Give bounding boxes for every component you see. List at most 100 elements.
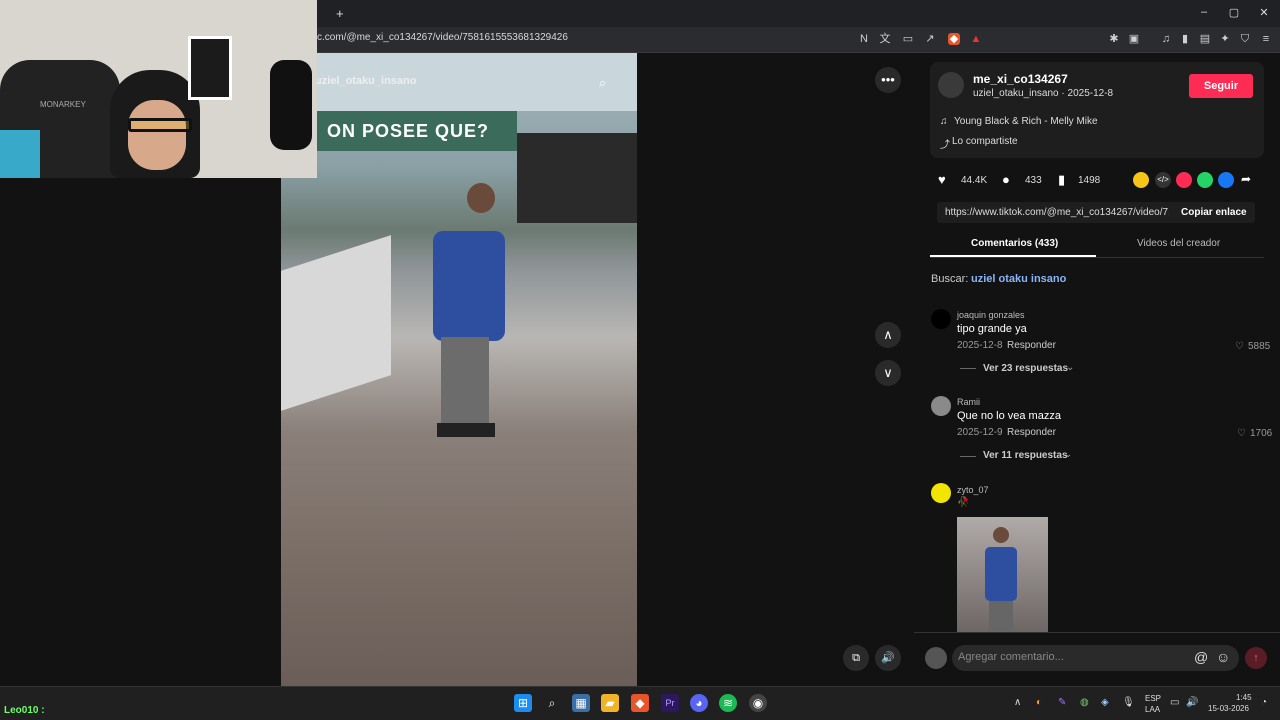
- brave-shield-icon[interactable]: ◆: [948, 33, 960, 45]
- webcam-overlay: MONARKEY: [0, 0, 317, 178]
- embed-icon[interactable]: </>: [1155, 172, 1171, 188]
- person-shirt: [433, 231, 505, 341]
- commenter-name[interactable]: joaquin gonzales: [957, 310, 1025, 320]
- music-title[interactable]: Young Black & Rich - Melly Mike: [954, 116, 1098, 127]
- post-link[interactable]: https://www.tiktok.com/@me_xi_co134267/v…: [945, 207, 1169, 218]
- search-icon[interactable]: ⌕: [599, 75, 606, 91]
- railing: [281, 235, 391, 411]
- video-player[interactable]: ON POSEE QUE? uziel_otaku_insano ⌕: [281, 53, 637, 686]
- language-code[interactable]: ESP: [1145, 694, 1161, 703]
- share-icon[interactable]: ↗: [924, 33, 936, 45]
- view-replies-button[interactable]: Ver 23 respuestas: [983, 363, 1068, 374]
- bookmark-icon[interactable]: ▮: [1058, 172, 1065, 188]
- minimize-button[interactable]: –: [1196, 6, 1212, 18]
- shared-label: Lo compartiste: [952, 136, 1018, 147]
- comment-image[interactable]: [957, 517, 1048, 632]
- post-comment-button[interactable]: ↑: [1245, 647, 1267, 669]
- user-label: Leo010 :: [4, 705, 45, 716]
- comment-input[interactable]: Agregar comentario... @ ☺: [952, 645, 1239, 671]
- new-tab-button[interactable]: +: [336, 6, 344, 21]
- saves-count: 1498: [1078, 175, 1101, 186]
- sidebar-icon[interactable]: ▮: [1179, 33, 1191, 45]
- notification-icon[interactable]: ◔: [1261, 697, 1267, 708]
- translate-icon[interactable]: 文: [879, 33, 891, 45]
- more-options-button[interactable]: •••: [875, 67, 901, 93]
- follow-button[interactable]: Seguir: [1189, 74, 1253, 98]
- commenter-name[interactable]: zyto_07: [957, 485, 989, 495]
- volume-button[interactable]: 🔊: [875, 645, 901, 671]
- shared-icon: ⤴: [940, 140, 950, 151]
- commenter-avatar[interactable]: [931, 483, 951, 503]
- brave-icon[interactable]: ◆: [631, 694, 649, 712]
- mention-icon[interactable]: @: [1194, 649, 1208, 665]
- author-avatar[interactable]: [938, 72, 964, 98]
- heart-icon[interactable]: ♥: [938, 172, 946, 187]
- pip-button[interactable]: ⧉: [843, 645, 869, 671]
- reply-button[interactable]: Responder: [1007, 340, 1056, 351]
- facebook-icon[interactable]: [1218, 172, 1234, 188]
- my-avatar[interactable]: [925, 647, 947, 669]
- tray-app-icon[interactable]: ◐: [1036, 697, 1042, 708]
- comment-heart-icon[interactable]: ♡: [1237, 428, 1246, 439]
- guitar: [270, 60, 312, 150]
- reader-icon[interactable]: N: [858, 33, 870, 45]
- clock-time[interactable]: 1:45: [1236, 693, 1252, 702]
- tray-shield-icon[interactable]: ◍: [1080, 697, 1089, 708]
- extensions-icon[interactable]: ✱: [1108, 33, 1120, 45]
- chevron-down-icon[interactable]: ⌄: [1064, 449, 1072, 460]
- discord-icon[interactable]: ◕: [690, 694, 708, 712]
- tray-chevron-icon[interactable]: ∧: [1014, 697, 1021, 708]
- share-arrow-icon[interactable]: ➦: [1241, 172, 1251, 186]
- screenshot-icon[interactable]: ▣: [1128, 33, 1140, 45]
- commenter-avatar[interactable]: [931, 309, 951, 329]
- spotify-icon[interactable]: ≋: [719, 694, 737, 712]
- copy-link-button[interactable]: Copiar enlace: [1181, 207, 1247, 218]
- next-video-button[interactable]: ∨: [875, 360, 901, 386]
- billboard-text: ON POSEE QUE?: [327, 121, 490, 141]
- menu-icon[interactable]: ≡: [1260, 33, 1272, 45]
- tab-comments[interactable]: Comentarios (433): [971, 238, 1058, 249]
- tab-creator-videos[interactable]: Videos del creador: [1137, 238, 1220, 249]
- premiere-icon[interactable]: Pr: [661, 694, 679, 712]
- tray-pen-icon[interactable]: ✎: [1058, 697, 1066, 708]
- view-replies-button[interactable]: Ver 11 respuestas: [983, 450, 1068, 461]
- previous-video-button[interactable]: ∧: [875, 322, 901, 348]
- vpn-icon[interactable]: ⛉: [1239, 33, 1251, 45]
- url-text[interactable]: c.com/@me_xi_co134267/video/758161555368…: [317, 32, 568, 43]
- widgets-icon[interactable]: ▦: [572, 694, 590, 712]
- network-icon[interactable]: ▭: [1170, 697, 1179, 708]
- rewards-icon[interactable]: ▲: [970, 33, 982, 45]
- commenter-name[interactable]: Ramii: [957, 397, 980, 407]
- music-icon[interactable]: ♫: [1160, 33, 1172, 45]
- wallet-icon[interactable]: ▤: [1199, 33, 1211, 45]
- comment-text: tipo grande ya: [957, 323, 1027, 335]
- search-query-link[interactable]: uziel otaku insano: [971, 273, 1066, 285]
- emoji-icon[interactable]: ☺: [1216, 649, 1230, 665]
- storefront: [517, 133, 637, 223]
- commenter-avatar[interactable]: [931, 396, 951, 416]
- search-icon[interactable]: ⌕: [543, 694, 561, 712]
- video-overlay-handle: uziel_otaku_insano: [315, 75, 417, 87]
- billboard: ON POSEE QUE?: [317, 111, 517, 151]
- volume-icon[interactable]: 🔊: [1186, 697, 1198, 708]
- obs-icon[interactable]: ◉: [749, 694, 767, 712]
- close-button[interactable]: ✕: [1256, 6, 1272, 19]
- clock-date[interactable]: 15-03-2026: [1208, 704, 1249, 713]
- author-username[interactable]: me_xi_co134267: [973, 72, 1068, 86]
- coin-icon[interactable]: [1133, 172, 1149, 188]
- file-explorer-icon[interactable]: ▰: [601, 694, 619, 712]
- start-icon[interactable]: ⊞: [514, 694, 532, 712]
- comment-heart-icon[interactable]: ♡: [1235, 341, 1244, 352]
- send-icon[interactable]: [1176, 172, 1192, 188]
- tray-mic-icon[interactable]: 🎙: [1122, 697, 1135, 708]
- video-side-area: [637, 53, 914, 686]
- tray-steam-icon[interactable]: ◈: [1101, 697, 1109, 708]
- comment-icon[interactable]: ●: [1002, 172, 1010, 187]
- whatsapp-icon[interactable]: [1197, 172, 1213, 188]
- chevron-down-icon[interactable]: ⌄: [1066, 362, 1074, 373]
- leo-ai-icon[interactable]: ✦: [1219, 33, 1231, 45]
- reply-button[interactable]: Responder: [1007, 427, 1056, 438]
- maximize-button[interactable]: ▢: [1226, 6, 1242, 19]
- keyboard-layout[interactable]: LAA: [1145, 705, 1160, 714]
- cast-icon[interactable]: ▭: [902, 33, 914, 45]
